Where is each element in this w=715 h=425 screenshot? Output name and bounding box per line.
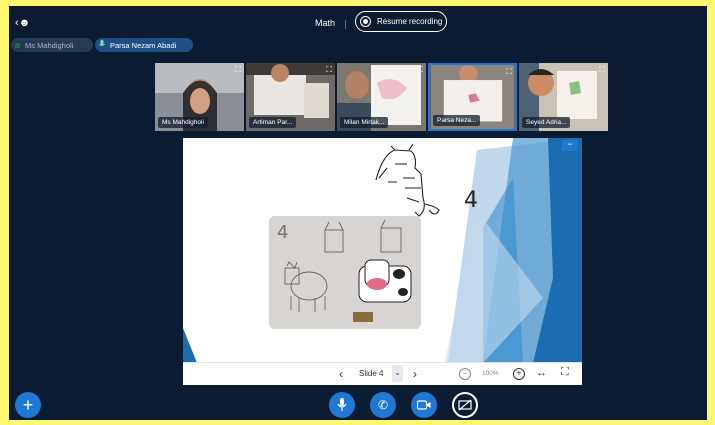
microphone-icon — [337, 398, 347, 411]
talker-name: Ms Mahdigholi — [25, 40, 74, 50]
camera-icon — [417, 400, 431, 410]
talker-tag-2: Parsa Nezam Abadi — [95, 38, 193, 52]
chevron-down-icon[interactable]: ⌄ — [392, 365, 403, 382]
talker-tag-1: Ms Mahdigholi — [11, 38, 93, 52]
drawing-photo: 4 — [269, 216, 421, 329]
video-tile[interactable]: Parsa Neza... ⛶ — [428, 63, 517, 131]
microphone-icon — [99, 40, 105, 50]
previous-slide-icon[interactable]: ‹ — [339, 367, 343, 381]
cow-drawing-image — [269, 216, 421, 329]
title-divider — [345, 20, 346, 29]
resume-recording-button[interactable]: Resume recording — [355, 11, 447, 32]
fullscreen-icon[interactable]: ⛶ — [506, 67, 512, 77]
handwritten-digit: 4 — [464, 188, 478, 213]
zoom-out-icon[interactable]: − — [459, 368, 471, 380]
minimize-presentation-button[interactable]: − — [562, 140, 578, 151]
fullscreen-presentation-icon[interactable]: ⛶ — [561, 366, 569, 379]
meeting-window: ‹☻ Math Resume recording Ms Mahdigholi P… — [9, 6, 707, 420]
actions-plus-button[interactable]: + — [15, 392, 41, 418]
zoom-level: 100% — [482, 370, 499, 377]
meeting-title: Math — [315, 18, 336, 28]
audio-button[interactable]: ✆ — [370, 392, 396, 418]
tile-name: Milan Mirtak... — [340, 117, 389, 128]
slide-selector[interactable]: Slide 4 — [359, 369, 383, 378]
tile-name: Seyed Adria... — [522, 117, 571, 128]
screen-share-off-icon — [458, 399, 472, 411]
video-tile[interactable]: Ms Mahdigholi ⛶ — [155, 63, 244, 131]
video-tile[interactable]: Milan Mirtak... ⛶ — [337, 63, 426, 131]
microphone-button[interactable] — [329, 392, 355, 418]
tile-name: Parsa Neza... — [433, 115, 481, 126]
zoom-in-icon[interactable]: + — [513, 368, 525, 380]
presentation-slide[interactable]: 4 4 − — [183, 138, 582, 384]
phone-icon: ✆ — [377, 398, 389, 412]
tile-name: Artiman Par... — [249, 117, 297, 128]
fullscreen-icon[interactable]: ⛶ — [417, 65, 423, 75]
resume-recording-label: Resume recording — [377, 17, 443, 26]
talker-indicator-icon — [15, 42, 20, 48]
screen-share-button[interactable] — [452, 392, 478, 418]
fullscreen-icon[interactable]: ⛶ — [235, 65, 241, 75]
video-tile[interactable]: Seyed Adria... ⛶ — [519, 63, 608, 131]
talker-name: Parsa Nezam Abadi — [110, 40, 177, 50]
fit-width-icon[interactable]: ↔ — [536, 367, 547, 379]
fullscreen-icon[interactable]: ⛶ — [326, 65, 332, 75]
fullscreen-icon[interactable]: ⛶ — [599, 65, 605, 75]
slide-controls: ‹ Slide 4 ⌄ › − 100% + ↔ ⛶ — [183, 362, 582, 385]
next-slide-icon[interactable]: › — [413, 367, 417, 381]
camera-button[interactable] — [411, 392, 437, 418]
video-tile[interactable]: Artiman Par... ⛶ — [246, 63, 335, 131]
tile-name: Ms Mahdigholi — [158, 117, 208, 128]
drawing-digit: 4 — [277, 222, 289, 243]
users-icon[interactable]: ‹☻ — [15, 17, 30, 29]
record-icon — [360, 16, 371, 27]
